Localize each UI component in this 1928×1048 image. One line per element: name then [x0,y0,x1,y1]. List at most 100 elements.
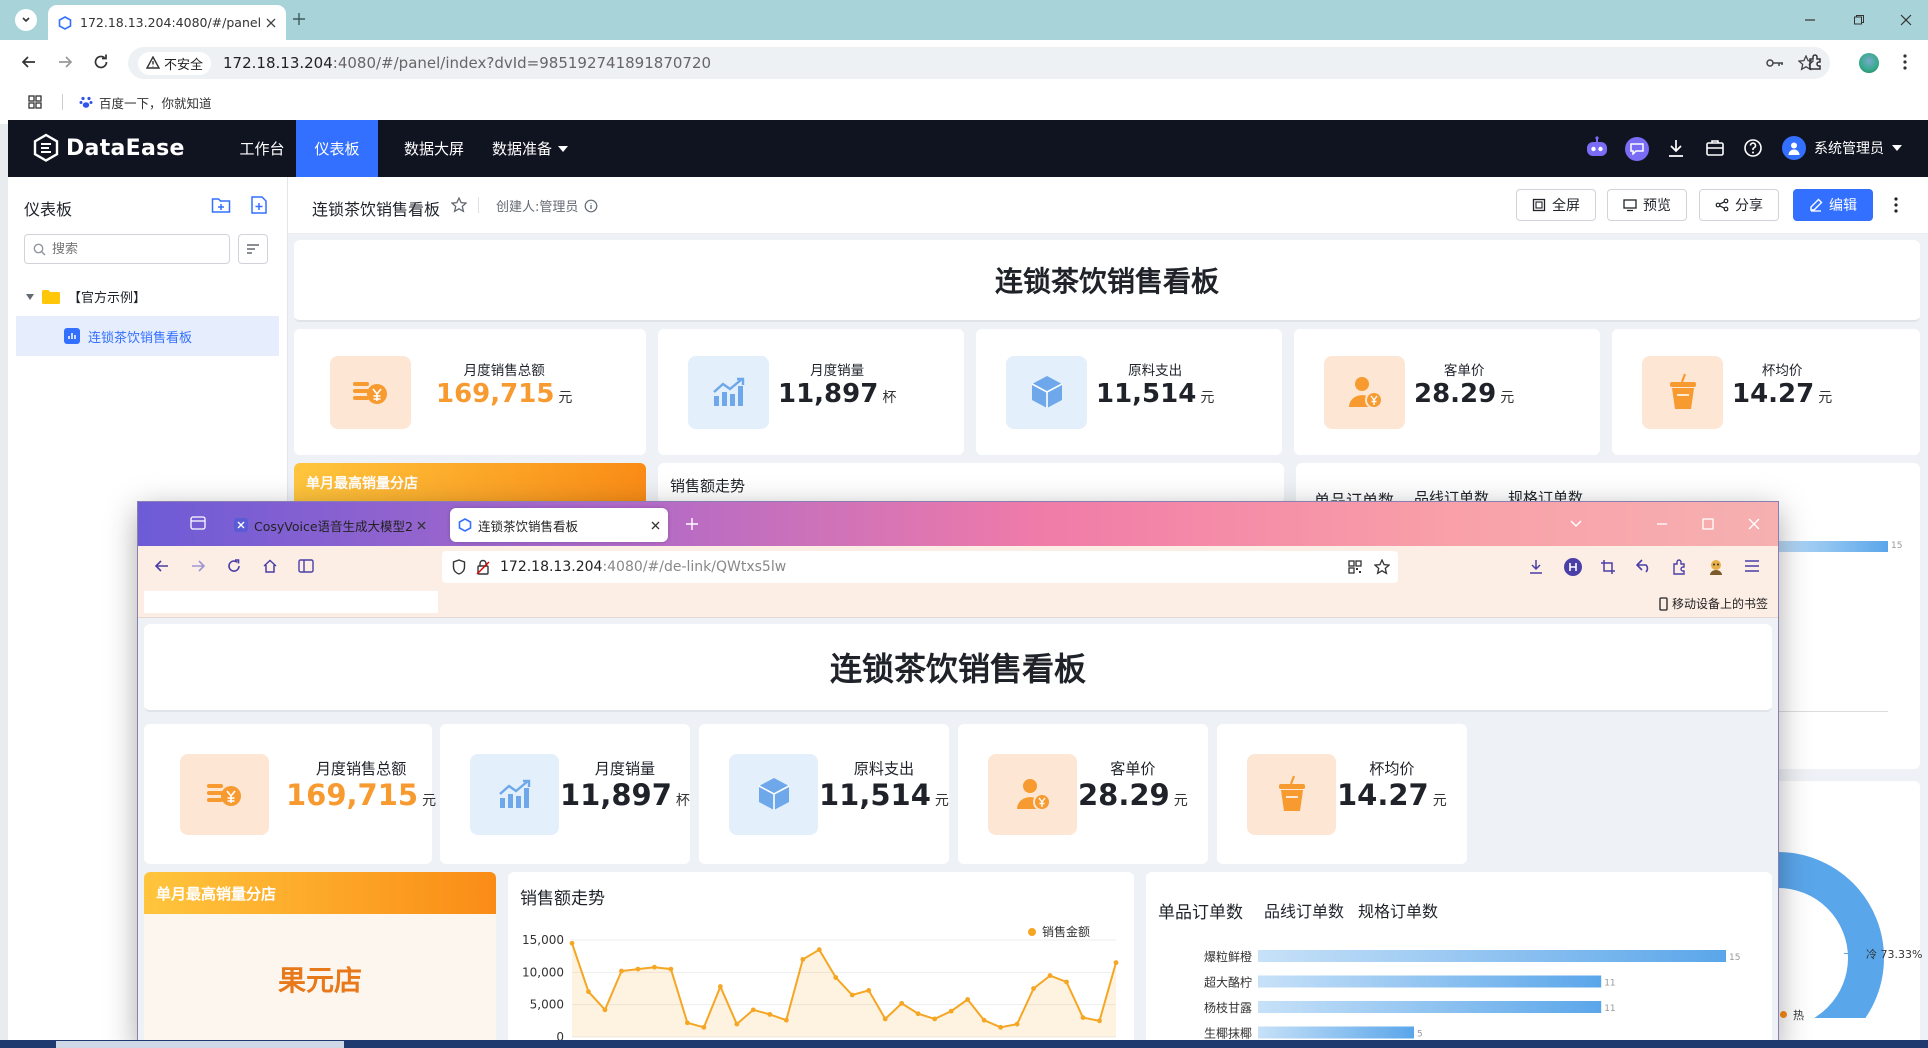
ff-minimize-icon[interactable] [1656,518,1668,530]
chat-assistant-icon[interactable] [1625,137,1649,161]
order-bar[interactable] [1258,1026,1414,1039]
ff-screenshot-icon[interactable] [1600,559,1616,575]
firefox-tab-dashboard[interactable]: 连锁茶饮销售看板 [450,508,668,542]
trend-point[interactable] [915,1011,921,1017]
ff-downloads-icon[interactable] [1528,559,1544,575]
nav-workbench[interactable]: 工作台 [226,120,298,177]
order-bar[interactable] [1258,950,1726,962]
trend-point[interactable] [619,968,624,974]
close-tab2-icon[interactable] [651,521,660,530]
new-tab-icon[interactable] [292,12,306,26]
search-input[interactable] [52,241,212,257]
close-tab-icon[interactable] [266,18,276,28]
list-all-tabs-icon[interactable] [1570,520,1582,528]
profile-avatar[interactable] [1859,53,1879,73]
sidebar-search[interactable] [24,234,230,264]
trend-point[interactable] [816,947,822,953]
help-icon[interactable] [1743,138,1763,158]
trend-point[interactable] [965,997,971,1002]
trend-point[interactable] [833,975,839,980]
order-bar[interactable] [1258,1001,1602,1013]
trend-point[interactable] [866,988,872,993]
download-icon[interactable] [1667,138,1685,158]
mobile-bookmarks[interactable]: 移动设备上的书签 [1659,595,1768,612]
ff-reload-icon[interactable] [226,558,242,574]
ff-addon-avatar-icon[interactable] [1707,558,1725,576]
bookmark-baidu[interactable]: 百度一下，你就知道 [79,93,212,112]
ff-back-icon[interactable] [154,558,170,574]
legend-marker[interactable] [1028,928,1036,936]
trend-point[interactable] [932,1016,938,1022]
forward-icon[interactable] [56,53,74,71]
trend-point[interactable] [652,964,657,970]
fullscreen-button[interactable]: 全屏 [1516,189,1596,221]
ff-forward-icon[interactable] [190,558,206,574]
key-icon[interactable] [1766,57,1784,69]
trend-point[interactable] [800,957,806,962]
ff-close-icon[interactable] [1748,518,1760,530]
app-logo[interactable]: DataEase [32,133,185,163]
briefcase-icon[interactable] [1705,139,1725,157]
firefox-new-tab-icon[interactable] [686,518,698,530]
ff-undo-icon[interactable] [1636,559,1652,573]
trend-point[interactable] [602,1007,608,1013]
trend-point[interactable] [750,1007,756,1013]
trend-point[interactable] [783,1017,789,1023]
ff-extensions-icon[interactable] [1672,559,1688,575]
ff-insecure-lock-icon[interactable] [476,559,490,575]
ai-robot-icon[interactable] [1584,136,1610,160]
trend-point[interactable] [767,1011,773,1017]
ff-account-icon[interactable] [1564,558,1582,576]
restore-icon[interactable] [1853,14,1865,26]
trend-point[interactable] [981,1017,987,1023]
trend-point[interactable] [1113,960,1119,966]
trend-point[interactable] [849,992,855,998]
trend-point[interactable] [998,1024,1004,1030]
trend-point[interactable] [948,1008,954,1014]
qr-code-icon[interactable] [1348,560,1362,574]
trend-point[interactable] [1014,1021,1020,1027]
sidebar-folder[interactable]: 【官方示例】 [26,287,146,306]
trend-point[interactable] [1047,973,1053,978]
ff-maximize-icon[interactable] [1702,518,1714,530]
trend-point[interactable] [569,940,575,946]
back-icon[interactable] [20,53,38,71]
extensions-icon[interactable] [1807,53,1825,71]
nav-data-prep[interactable]: 数据准备 [492,120,569,177]
apps-grid-icon[interactable] [28,95,42,109]
trend-point[interactable] [734,1021,740,1027]
trend-point[interactable] [1064,979,1069,985]
edit-button[interactable]: 编辑 [1793,189,1873,221]
ff-bookmark-star-icon[interactable] [1374,559,1390,575]
trend-point[interactable] [635,966,641,972]
trend-point[interactable] [1031,986,1036,991]
trend-point[interactable] [684,1020,690,1026]
user-menu[interactable]: 系统管理员 [1782,136,1902,160]
firefox-tab-cosyvoice[interactable]: CosyVoice语音生成大模型2.0- [226,508,434,542]
preview-button[interactable]: 预览 [1607,189,1687,221]
tab-search-icon[interactable] [15,9,37,31]
nav-data-screen[interactable]: 数据大屏 [390,120,478,177]
reload-icon[interactable] [92,53,110,71]
address-bar[interactable]: 不安全 172.18.13.204:4080/#/panel/index?dvI… [128,47,1830,79]
ff-address-bar[interactable]: 172.18.13.204:4080/#/de-link/QWtxs5lw [442,551,1398,583]
more-menu-icon[interactable] [1903,54,1907,70]
trend-point[interactable] [882,1016,888,1022]
trend-point[interactable] [717,984,723,989]
minimize-icon[interactable] [1804,14,1816,26]
nav-dashboard[interactable]: 仪表板 [296,120,378,177]
trend-point[interactable] [701,1024,707,1030]
security-chip[interactable]: 不安全 [138,51,212,75]
ff-home-icon[interactable] [262,558,278,574]
trend-point[interactable] [586,989,591,995]
firefox-view-icon[interactable] [190,516,206,530]
sort-button[interactable] [238,234,268,264]
close-window-icon[interactable] [1900,14,1912,26]
trend-point[interactable] [1080,1015,1086,1020]
ff-menu-icon[interactable] [1744,560,1760,572]
share-button[interactable]: 分享 [1699,189,1779,221]
order-bar[interactable] [1258,975,1602,988]
close-tab1-icon[interactable] [417,521,426,530]
trend-point[interactable] [899,1000,905,1006]
browser-tab[interactable]: 172.18.13.204:4080/#/panel/ [48,5,286,40]
